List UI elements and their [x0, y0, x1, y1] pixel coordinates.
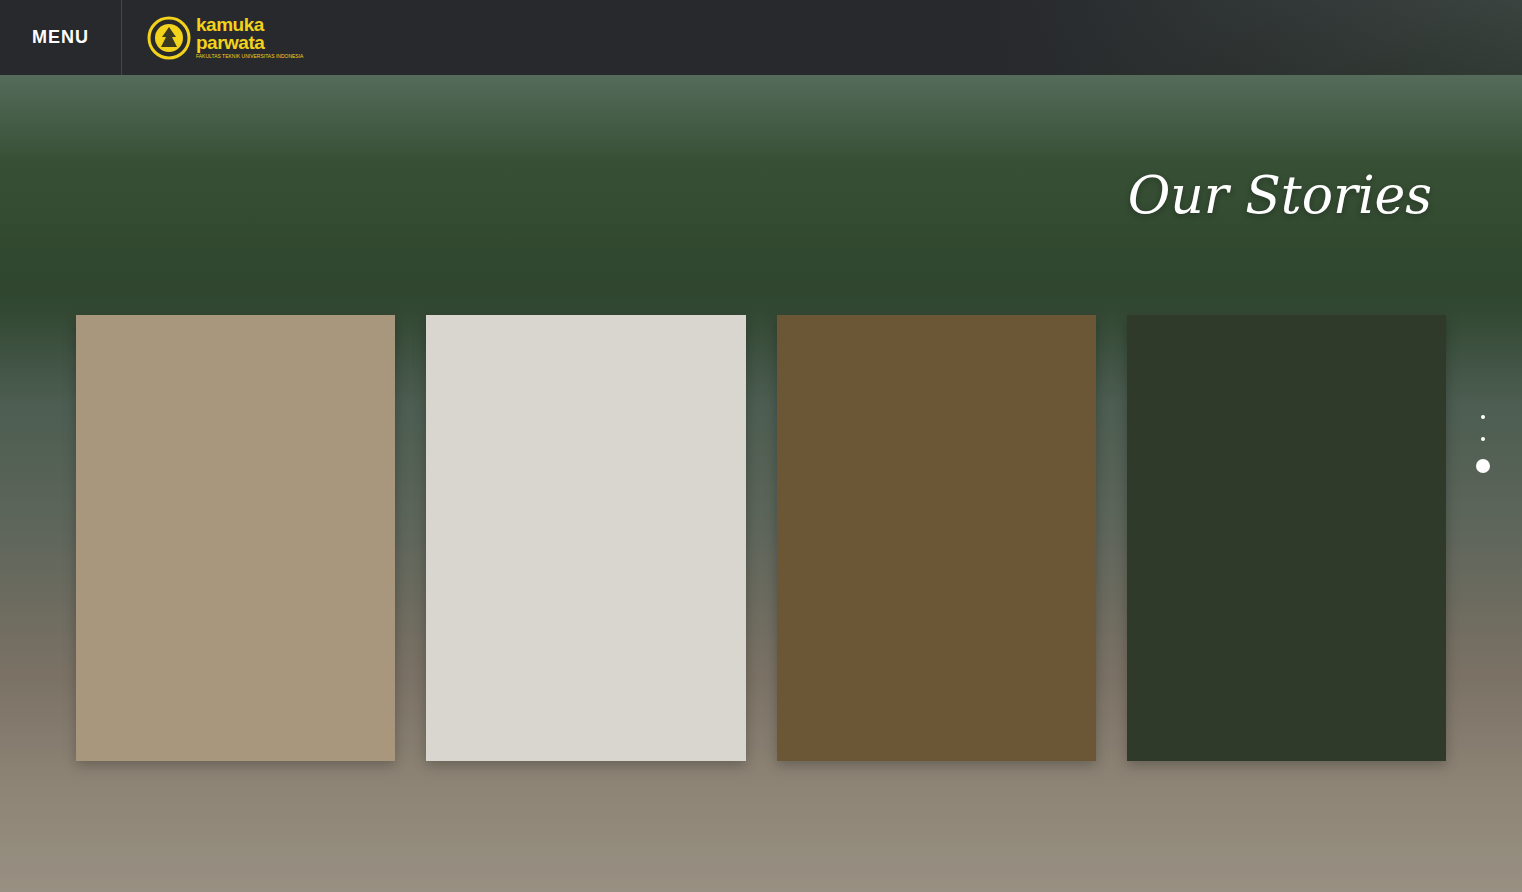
logo-title: parwata	[196, 34, 303, 52]
story-card[interactable]	[426, 315, 745, 761]
logo-title: kamuka	[196, 16, 303, 34]
menu-button[interactable]: MENU	[0, 0, 122, 75]
page-dot[interactable]	[1481, 415, 1485, 419]
story-card[interactable]	[1127, 315, 1446, 761]
page-dot[interactable]	[1476, 459, 1490, 473]
logo[interactable]: kamukaparwata FAKULTAS TEKNIK UNIVERSITA…	[122, 15, 303, 61]
top-bar: MENU kamukaparwata FAKULTAS TEKNIK UNIVE…	[0, 0, 1522, 75]
story-card[interactable]	[777, 315, 1096, 761]
story-list	[76, 315, 1446, 761]
page-dots	[1476, 415, 1490, 473]
story-card[interactable]	[76, 315, 395, 761]
section-heading: Our Stories	[1128, 165, 1432, 225]
hero: Our Stories	[0, 75, 1522, 892]
emblem-icon	[146, 15, 192, 61]
page-dot[interactable]	[1481, 437, 1485, 441]
page: MENU kamukaparwata FAKULTAS TEKNIK UNIVE…	[0, 0, 1522, 892]
logo-subtitle: FAKULTAS TEKNIK UNIVERSITAS INDONESIA	[196, 54, 303, 59]
